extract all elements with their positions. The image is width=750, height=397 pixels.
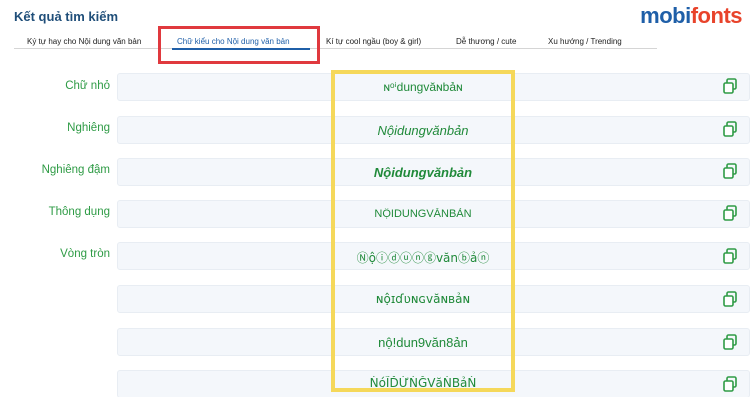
styled-text-value: Ⓝộⓘⓓⓤⓝⓖvănⓑảⓝ xyxy=(356,251,490,265)
styled-text-value: nộ!dun9văn8ản xyxy=(378,335,468,350)
row-label-nghieng: Nghiêng xyxy=(67,122,110,134)
copy-icon[interactable] xyxy=(722,205,738,221)
styled-text-value: Nộidungvănbản xyxy=(373,165,473,180)
styled-text-value: ŃóĨĎỨŃĞVăŃBảŃ xyxy=(369,376,477,390)
highlight-active-tab xyxy=(158,26,320,64)
tabs-divider xyxy=(14,48,657,49)
tab-ki-tu-cool[interactable]: Kí tự cool ngầu (boy & girl) xyxy=(326,37,421,46)
styled-text-value: ɴộɪɗʋɴɢvăɴвảɴ xyxy=(375,292,471,306)
mobifonts-logo[interactable]: mobifonts xyxy=(640,3,742,29)
row-label-vong-tron: Vòng tròn xyxy=(60,248,110,260)
tab-ky-tu-hay[interactable]: Ký tự hay cho Nội dung văn bản xyxy=(27,37,141,46)
styled-text-value: Nộidungvănbản xyxy=(377,123,469,138)
page-title: Kết quả tìm kiếm xyxy=(14,9,119,24)
copy-icon[interactable] xyxy=(722,121,738,137)
row-label-nghieng-dam: Nghiêng đậm xyxy=(41,164,110,176)
copy-icon[interactable] xyxy=(722,163,738,179)
copy-icon[interactable] xyxy=(722,248,738,264)
copy-icon[interactable] xyxy=(722,291,738,307)
styled-text-value: NỘIDUNGVĂNBẢN xyxy=(374,208,472,220)
copy-icon[interactable] xyxy=(722,78,738,94)
tab-de-thuong[interactable]: Dễ thương / cute xyxy=(456,37,516,46)
row-label-thong-dung: Thông dụng xyxy=(48,206,110,218)
tab-xu-huong[interactable]: Xu hướng / Trending xyxy=(548,37,622,46)
header: Kết quả tìm kiếm mobifonts xyxy=(0,0,750,30)
logo-part-fonts: fonts xyxy=(690,3,743,28)
copy-icon[interactable] xyxy=(722,376,738,392)
row-label-chu-nho: Chữ nhỏ xyxy=(65,80,110,92)
logo-part-mobi: mobi xyxy=(640,3,691,28)
styled-text-value: ɴᵒⁱdungvăɴbảɴ xyxy=(383,80,463,94)
copy-icon[interactable] xyxy=(722,334,738,350)
